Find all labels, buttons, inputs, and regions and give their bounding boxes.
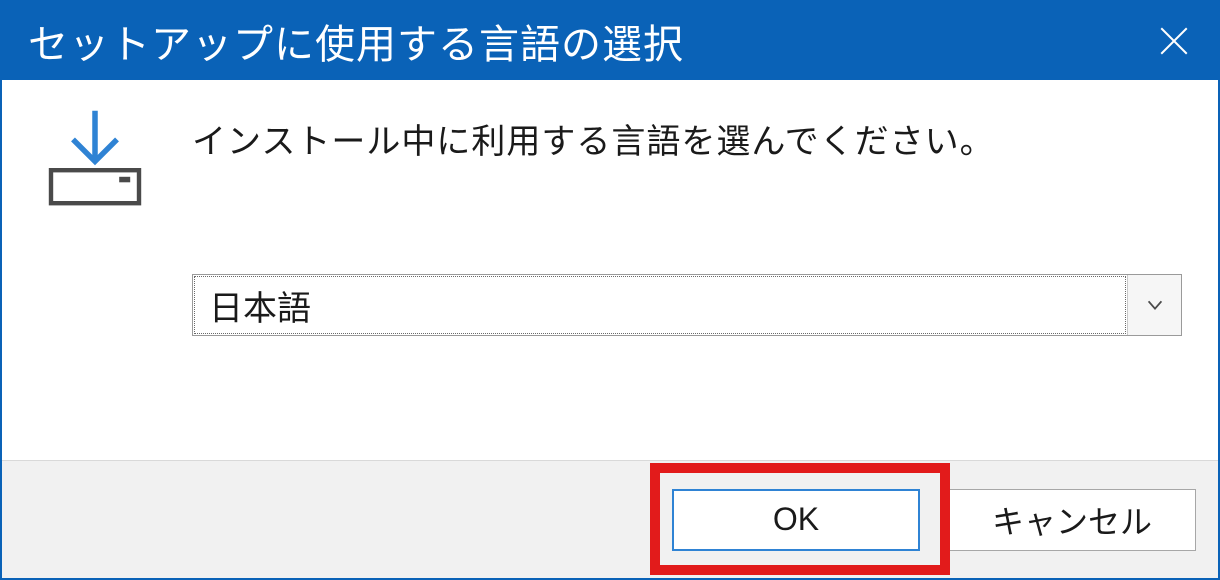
- window-title: セットアップに使用する言語の選択: [28, 12, 684, 70]
- dropdown-arrow[interactable]: [1127, 275, 1181, 335]
- close-button[interactable]: [1150, 17, 1198, 65]
- language-dropdown-value: 日本語: [194, 276, 1126, 334]
- client-area: インストール中に利用する言語を選んでください。 日本語 OK キャンセル: [2, 80, 1218, 578]
- cancel-button[interactable]: キャンセル: [948, 489, 1196, 551]
- instruction-text: インストール中に利用する言語を選んでください。: [192, 114, 995, 163]
- installer-icon: [40, 102, 150, 212]
- close-icon: [1157, 24, 1191, 58]
- ok-button[interactable]: OK: [672, 489, 920, 551]
- dialog-footer: OK キャンセル: [2, 460, 1218, 578]
- chevron-down-icon: [1144, 294, 1166, 316]
- dialog-window: セットアップに使用する言語の選択 インストール中に利用する言語を選んでください。…: [0, 0, 1220, 580]
- dialog-body: インストール中に利用する言語を選んでください。 日本語: [2, 80, 1218, 460]
- titlebar: セットアップに使用する言語の選択: [2, 2, 1218, 80]
- language-dropdown[interactable]: 日本語: [192, 274, 1182, 336]
